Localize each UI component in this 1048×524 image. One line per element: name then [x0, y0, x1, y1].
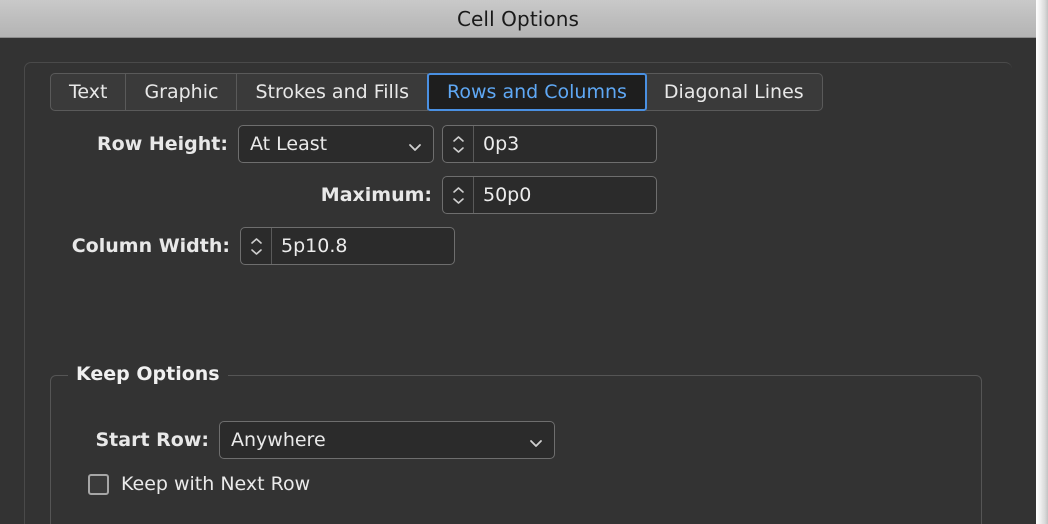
keep-with-next-row-row[interactable]: Keep with Next Row	[88, 473, 310, 495]
column-width-stepper[interactable]	[241, 228, 272, 264]
tab-rows-and-columns[interactable]: Rows and Columns	[427, 73, 647, 111]
column-width-value-field[interactable]: 5p10.8	[240, 227, 455, 265]
tab-strokes-and-fills-label: Strokes and Fills	[255, 81, 410, 103]
row-height-mode-value: At Least	[250, 133, 328, 155]
start-row-select[interactable]: Anywhere	[219, 421, 555, 459]
chevron-up-icon	[452, 186, 464, 193]
tab-graphic[interactable]: Graphic	[126, 73, 238, 111]
chevron-down-icon	[529, 433, 543, 447]
row-height-value-field[interactable]: 0p3	[442, 125, 657, 163]
chevron-down-icon	[250, 248, 262, 255]
row-height-row: Row Height: At Least 0p3	[0, 124, 1012, 164]
rows-and-columns-form: Row Height: At Least 0p3 Maximum: 50p0 C…	[0, 124, 1012, 277]
column-width-label: Column Width:	[71, 235, 230, 257]
keep-options-legend: Keep Options	[68, 363, 228, 385]
maximum-row: Maximum: 50p0	[0, 175, 1012, 215]
keep-with-next-row-label: Keep with Next Row	[121, 473, 311, 495]
row-height-mode-select[interactable]: At Least	[238, 125, 434, 163]
cell-options-dialog: Cell Options Text Graphic Strokes and Fi…	[0, 0, 1048, 524]
maximum-stepper[interactable]	[443, 177, 474, 213]
keep-with-next-row-checkbox[interactable]	[88, 473, 109, 495]
maximum-value[interactable]: 50p0	[474, 177, 656, 213]
start-row-value: Anywhere	[231, 429, 326, 451]
tab-text-label: Text	[69, 81, 108, 103]
tab-strip: Text Graphic Strokes and Fills Rows and …	[50, 73, 823, 111]
tab-rows-and-columns-label: Rows and Columns	[447, 81, 627, 103]
dialog-body: Text Graphic Strokes and Fills Rows and …	[0, 39, 1036, 524]
chevron-up-icon	[250, 237, 262, 244]
start-row-label: Start Row:	[95, 429, 210, 451]
chevron-down-icon	[452, 146, 464, 153]
row-height-label: Row Height:	[97, 133, 228, 155]
row-height-value[interactable]: 0p3	[474, 126, 656, 162]
maximum-label: Maximum:	[320, 184, 432, 206]
tab-strokes-and-fills[interactable]: Strokes and Fills	[237, 73, 429, 111]
row-height-stepper[interactable]	[443, 126, 474, 162]
tab-text[interactable]: Text	[50, 73, 127, 111]
keep-options-fieldset: Keep Options Start Row: Anywhere Keep wi…	[50, 363, 982, 524]
chevron-down-icon	[452, 197, 464, 204]
tab-diagonal-lines[interactable]: Diagonal Lines	[645, 73, 823, 111]
window-right-edge	[1036, 0, 1048, 524]
maximum-value-field[interactable]: 50p0	[442, 176, 657, 214]
column-width-row: Column Width: 5p10.8	[0, 226, 1012, 266]
chevron-down-icon	[408, 137, 422, 151]
chevron-up-icon	[452, 135, 464, 142]
dialog-titlebar: Cell Options	[0, 0, 1036, 38]
tab-diagonal-lines-label: Diagonal Lines	[663, 81, 804, 103]
column-width-value[interactable]: 5p10.8	[272, 228, 454, 264]
dialog-title: Cell Options	[456, 6, 580, 31]
tab-graphic-label: Graphic	[144, 81, 219, 103]
start-row-row: Start Row: Anywhere	[82, 421, 555, 459]
